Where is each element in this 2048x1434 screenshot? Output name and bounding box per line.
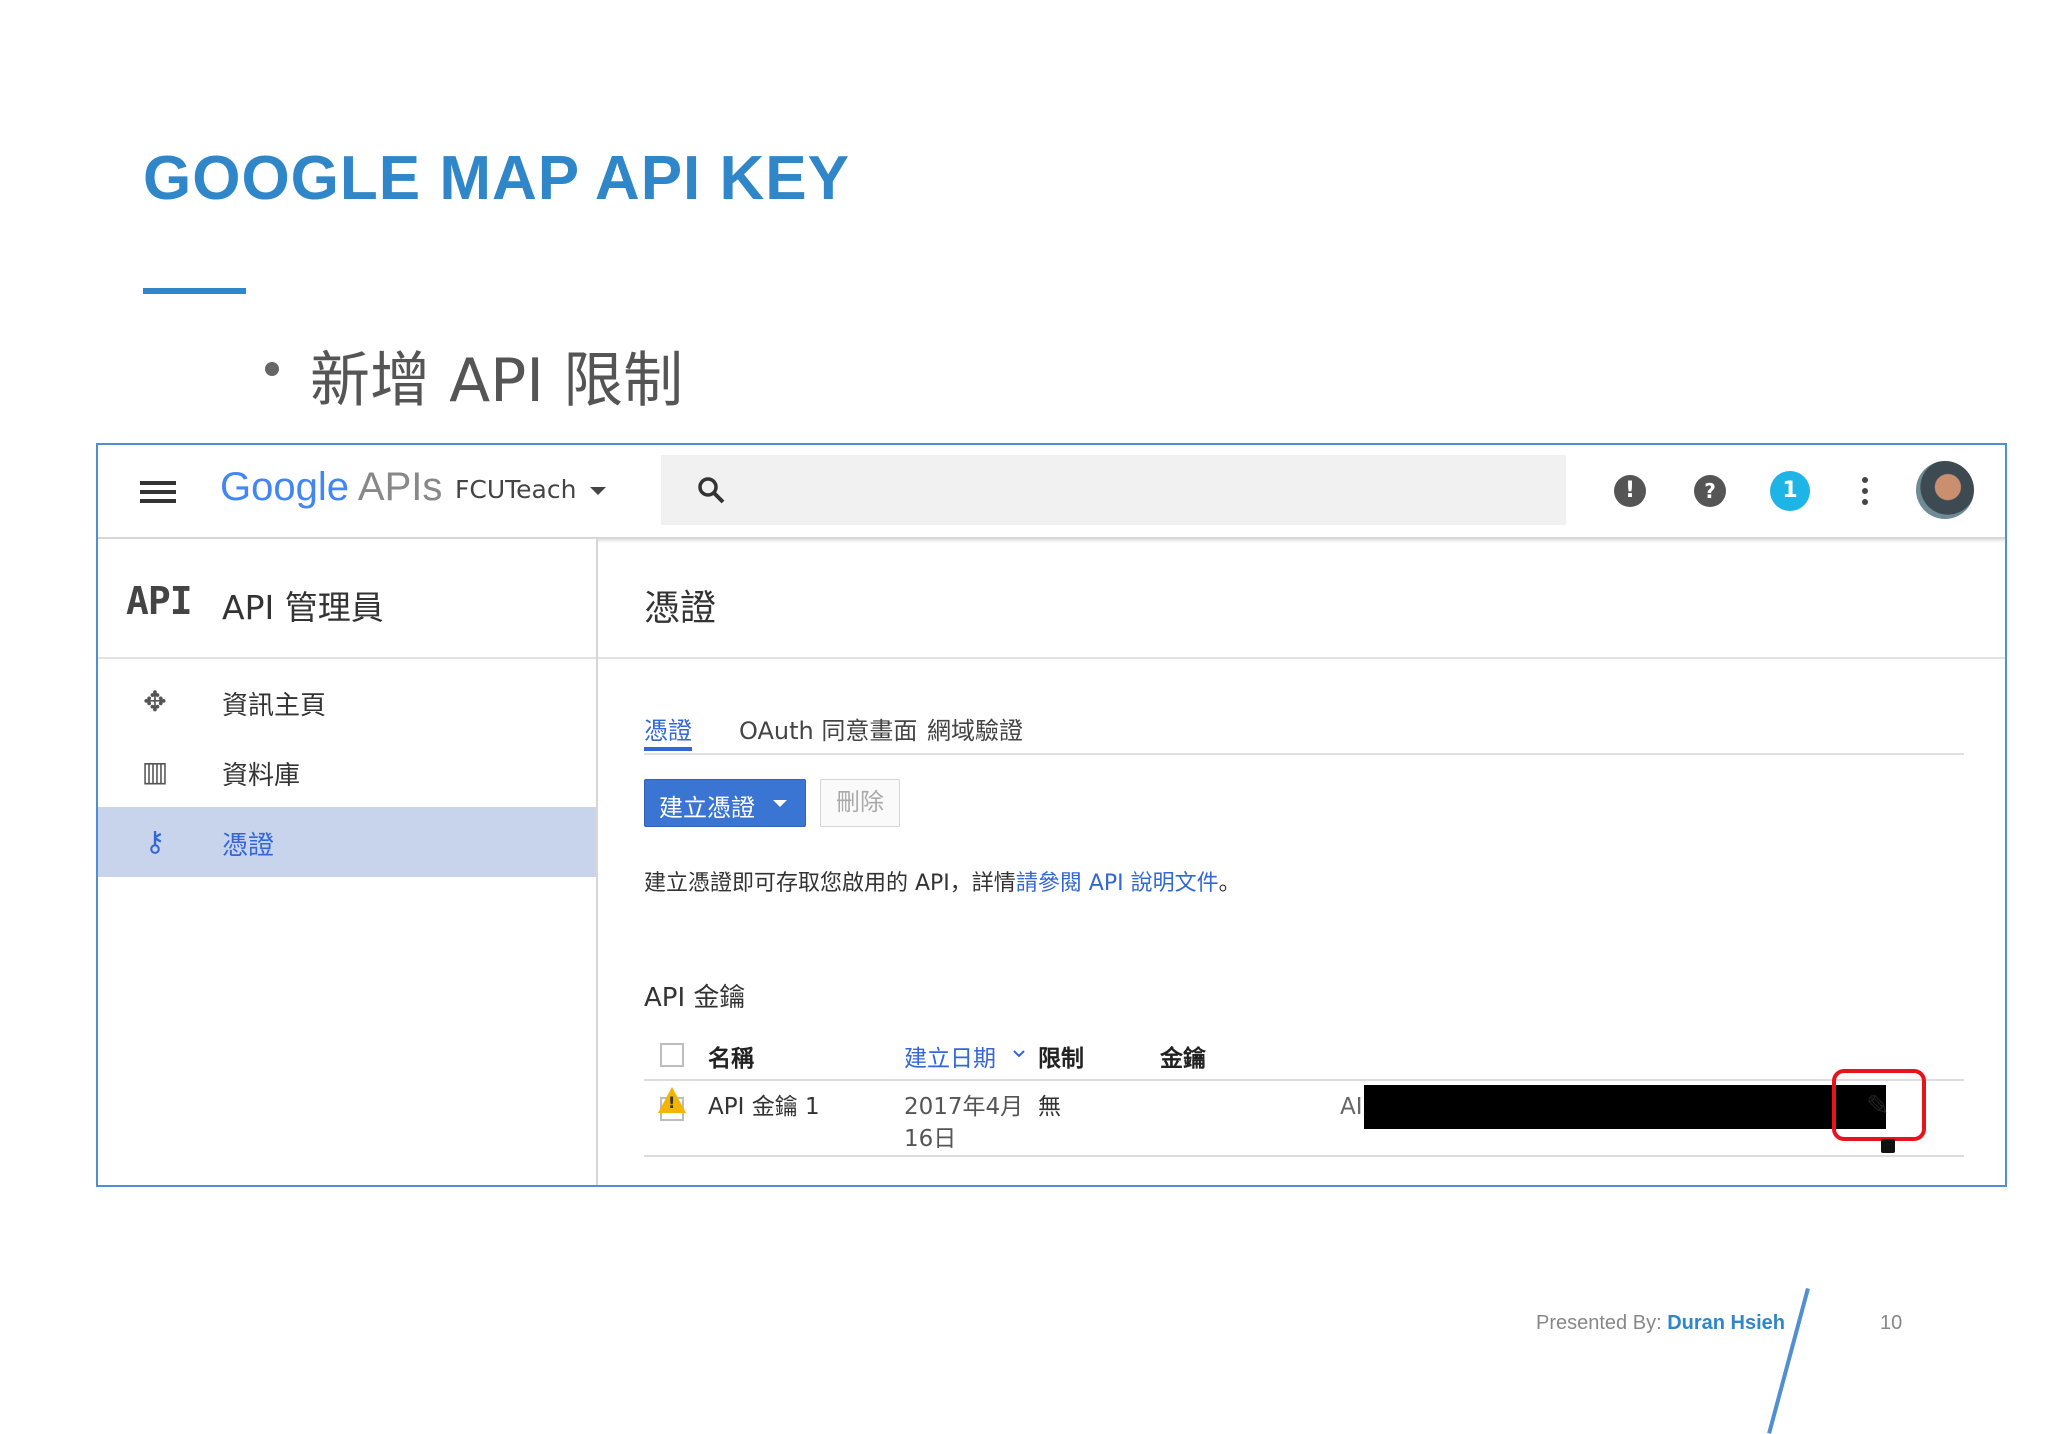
- sort-chevron-icon[interactable]: [1012, 1049, 1026, 1059]
- delete-button[interactable]: 刪除: [820, 779, 900, 827]
- section-title: API 金鑰: [644, 983, 746, 1013]
- redacted-key: [1364, 1085, 1886, 1129]
- tab-oauth-consent[interactable]: OAuth 同意畫面: [739, 711, 917, 746]
- bullet-dot: [265, 362, 279, 376]
- avatar[interactable]: [1916, 461, 1974, 519]
- page-number: 10: [1880, 1312, 1903, 1334]
- delete-icon[interactable]: [1881, 1139, 1895, 1153]
- notification-icon[interactable]: 1: [1770, 471, 1810, 511]
- api-logo-mark: API: [126, 579, 193, 623]
- active-tab-indicator: [644, 747, 692, 751]
- select-all-checkbox[interactable]: [660, 1043, 684, 1067]
- presenter-name: Duran Hsieh: [1667, 1312, 1785, 1334]
- table-divider: [644, 1155, 1964, 1157]
- warning-mark: !: [668, 1093, 676, 1112]
- logo-apis: APIs: [357, 465, 443, 509]
- restriction-value: 無: [1038, 1094, 1061, 1120]
- search-icon[interactable]: [696, 475, 726, 505]
- bullet-text: 新增 API 限制: [310, 346, 684, 416]
- sidebar-header: API API 管理員: [98, 539, 596, 659]
- sidebar-item-label: 憑證: [222, 831, 275, 861]
- presenter-credit: Presented By: Duran Hsieh: [1536, 1312, 1785, 1335]
- top-app-bar: Google APIs FCUTeach ! ? 1: [98, 445, 2005, 539]
- key-icon: ⚷: [144, 825, 166, 858]
- table-divider: [644, 1079, 1964, 1081]
- created-date-line1: 2017年4月: [904, 1094, 1024, 1120]
- sidebar-item-label: 資訊主頁: [222, 691, 327, 721]
- sidebar: API API 管理員 ✥ 資訊主頁 ▥ 資料庫 ⚷ 憑證: [98, 539, 598, 1185]
- menu-icon[interactable]: [140, 481, 176, 503]
- alert-icon[interactable]: !: [1614, 475, 1646, 507]
- key-name-link[interactable]: API 金鑰 1: [708, 1091, 820, 1123]
- tab-bar: 憑證 OAuth 同意畫面 網域驗證: [644, 709, 1964, 755]
- main-header: 憑證: [598, 539, 2005, 659]
- created-date-line2: 16日: [904, 1126, 957, 1152]
- search-bar[interactable]: [661, 455, 1566, 525]
- chevron-down-icon[interactable]: [590, 487, 606, 495]
- presenter-prefix: Presented By:: [1536, 1312, 1668, 1334]
- footer-divider: [1767, 1288, 1810, 1434]
- sidebar-item-label: 資料庫: [222, 761, 301, 791]
- info-text: 建立憑證即可存取您啟用的 API，詳情請參閱 API 說明文件。: [644, 865, 1241, 897]
- help-icon[interactable]: ?: [1694, 475, 1726, 507]
- more-vert-icon[interactable]: [1862, 477, 1868, 510]
- chevron-down-icon: [773, 800, 787, 807]
- sidebar-item-credentials[interactable]: ⚷ 憑證: [98, 807, 596, 877]
- column-header-name[interactable]: 名稱: [708, 1039, 754, 1073]
- screenshot-frame: Google APIs FCUTeach ! ? 1 API API 管理員 ✥…: [96, 443, 2007, 1187]
- main-content: 憑證 憑證 OAuth 同意畫面 網域驗證 建立憑證 刪除 建立憑證即可存取您啟…: [598, 539, 2005, 1185]
- key-prefix: AI: [1340, 1094, 1363, 1120]
- create-credentials-button[interactable]: 建立憑證: [644, 779, 806, 827]
- edit-highlight: ✎: [1832, 1069, 1926, 1141]
- info-text-body: 建立憑證即可存取您啟用的 API，詳情: [644, 871, 1016, 896]
- sidebar-item-library[interactable]: ▥ 資料庫: [98, 737, 596, 807]
- tab-credentials[interactable]: 憑證: [644, 711, 692, 746]
- dashboard-icon: ✥: [143, 685, 167, 718]
- page-title: 憑證: [644, 588, 717, 629]
- info-text-end: 。: [1218, 871, 1241, 896]
- slide-title: GOOGLE MAP API KEY: [143, 144, 850, 213]
- column-header-restriction[interactable]: 限制: [1038, 1039, 1084, 1073]
- column-header-key[interactable]: 金鑰: [1160, 1039, 1206, 1073]
- docs-link[interactable]: 請參閱 API 說明文件: [1016, 871, 1219, 896]
- sidebar-title: API 管理員: [222, 588, 384, 627]
- library-icon: ▥: [141, 755, 169, 788]
- create-credentials-label: 建立憑證: [659, 794, 755, 822]
- title-underline: [143, 288, 246, 294]
- logo-google: Google: [220, 465, 349, 509]
- edit-icon[interactable]: ✎: [1866, 1089, 1889, 1122]
- column-header-created[interactable]: 建立日期: [904, 1039, 996, 1073]
- project-selector[interactable]: FCUTeach: [455, 475, 576, 504]
- sidebar-item-dashboard[interactable]: ✥ 資訊主頁: [98, 667, 596, 737]
- tab-domain-verification[interactable]: 網域驗證: [927, 711, 1023, 746]
- google-apis-logo[interactable]: Google APIs: [220, 465, 442, 510]
